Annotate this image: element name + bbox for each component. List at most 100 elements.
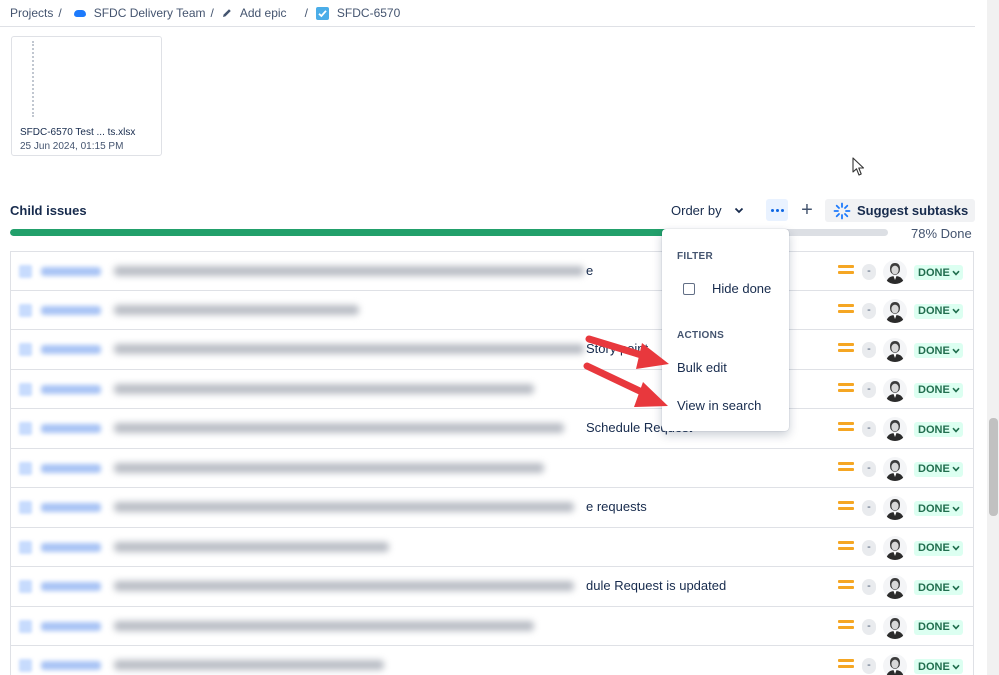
issue-key-link[interactable] (41, 463, 101, 473)
issue-summary-text: dule Request is updated (586, 578, 727, 593)
issue-key-link[interactable] (41, 384, 101, 394)
estimate-placeholder[interactable]: - (862, 381, 876, 398)
priority-medium-icon (838, 659, 854, 671)
breadcrumb-sfdc-delivery-team[interactable]: SFDC Delivery Team (70, 6, 206, 20)
status-badge[interactable]: DONE (914, 303, 963, 319)
more-actions-button[interactable] (766, 199, 788, 221)
breadcrumb-separator: / (58, 6, 62, 20)
issue-key-link[interactable] (41, 661, 101, 670)
attachment-preview (32, 41, 34, 117)
chevron-down-icon (952, 466, 960, 472)
issue-key-link[interactable] (41, 542, 101, 552)
status-badge[interactable]: DONE (914, 501, 963, 516)
estimate-placeholder[interactable]: - (862, 579, 876, 595)
assignee-avatar[interactable] (883, 417, 907, 441)
status-badge[interactable]: DONE (914, 343, 963, 358)
child-issue-row[interactable]: Story point - DONE (10, 330, 974, 370)
status-badge[interactable]: DONE (914, 540, 963, 556)
add-child-issue-button[interactable]: + (797, 199, 817, 221)
assignee-avatar[interactable] (883, 338, 907, 362)
suggest-subtasks-button[interactable]: Suggest subtasks (825, 199, 975, 222)
menu-heading-actions: ACTIONS (677, 330, 725, 341)
child-issue-row[interactable]: - DONE (10, 646, 974, 675)
issue-type-icon (19, 422, 32, 435)
status-badge[interactable]: DONE (914, 382, 963, 398)
status-badge[interactable]: DONE (914, 461, 963, 477)
pencil-icon (222, 8, 232, 18)
estimate-placeholder[interactable]: - (862, 264, 876, 280)
issue-key-link[interactable] (41, 267, 101, 276)
child-issue-row[interactable]: dule Request is updated - DONE (10, 567, 974, 607)
attachment-name: SFDC-6570 Test ... ts.xlsx (20, 127, 136, 138)
estimate-placeholder[interactable]: - (862, 618, 876, 635)
status-badge[interactable]: DONE (914, 422, 963, 437)
breadcrumb-projects[interactable]: Projects (10, 6, 53, 20)
breadcrumb-add-epic[interactable]: Add epic (222, 6, 287, 20)
status-badge[interactable]: DONE (914, 265, 963, 280)
issue-key-link[interactable] (41, 582, 101, 591)
estimate-placeholder[interactable]: - (862, 302, 876, 319)
child-issues-title: Child issues (10, 203, 87, 218)
child-issue-row[interactable]: - DONE (10, 606, 974, 646)
order-by-button[interactable]: Order by (671, 203, 744, 218)
assignee-avatar[interactable] (883, 535, 907, 560)
more-icon (770, 208, 774, 212)
menu-item-hide-done[interactable]: Hide done (712, 281, 771, 296)
breadcrumb-separator: / (210, 6, 214, 20)
chevron-down-icon (952, 387, 960, 393)
estimate-placeholder[interactable]: - (862, 460, 876, 477)
assignee-avatar[interactable] (883, 614, 907, 639)
child-issue-row[interactable]: e requests - DONE (10, 488, 974, 528)
estimate-placeholder[interactable]: - (862, 342, 876, 358)
assignee-avatar[interactable] (883, 575, 907, 599)
status-badge[interactable]: DONE (914, 619, 963, 635)
estimate-placeholder[interactable]: - (862, 500, 876, 516)
priority-medium-icon (838, 343, 854, 355)
progress-label: 78% Done (911, 226, 972, 241)
assignee-avatar[interactable] (883, 260, 907, 284)
child-issue-row[interactable]: - DONE (10, 290, 974, 330)
priority-medium-icon (838, 540, 854, 553)
cloud-icon (73, 9, 86, 17)
chevron-down-icon (952, 624, 960, 630)
child-issue-row[interactable]: Schedule Request - DONE (10, 409, 974, 449)
child-issue-row[interactable]: e - DONE (10, 251, 974, 291)
assignee-avatar[interactable] (883, 654, 907, 675)
chevron-down-icon (952, 506, 960, 512)
issue-summary-text: e (586, 263, 594, 278)
issue-type-icon (19, 580, 32, 593)
issue-key-link[interactable] (41, 503, 101, 512)
child-issues-list: e - DONE - DONE Story point - DONE - DONE Schedule… (10, 251, 974, 675)
issue-key-link[interactable] (41, 424, 101, 433)
estimate-placeholder[interactable]: - (862, 658, 876, 674)
estimate-placeholder[interactable]: - (862, 421, 876, 437)
chevron-down-icon (952, 348, 960, 354)
child-issue-row[interactable]: - DONE (10, 448, 974, 488)
status-badge[interactable]: DONE (914, 580, 963, 595)
assignee-avatar[interactable] (883, 496, 907, 520)
status-badge[interactable]: DONE (914, 659, 963, 674)
issue-summary-redacted (114, 266, 584, 276)
child-issue-row[interactable]: - DONE (10, 527, 974, 567)
menu-heading-filter: FILTER (677, 251, 714, 262)
issue-key-link[interactable] (41, 305, 101, 315)
issue-summary-redacted (114, 660, 384, 670)
attachment-card[interactable]: SFDC-6570 Test ... ts.xlsx 25 Jun 2024, … (11, 36, 162, 156)
assignee-avatar[interactable] (883, 298, 907, 323)
scrollbar-thumb[interactable] (989, 418, 998, 516)
chevron-down-icon (952, 308, 960, 314)
menu-item-bulk-edit[interactable]: Bulk edit (677, 360, 727, 375)
estimate-placeholder[interactable]: - (862, 539, 876, 556)
progress-fill (10, 229, 695, 236)
breadcrumb-issue-key[interactable]: SFDC-6570 (315, 6, 400, 20)
scrollbar-track[interactable] (987, 0, 999, 675)
issue-key-link[interactable] (41, 345, 101, 354)
hide-done-checkbox[interactable] (683, 283, 695, 295)
issue-key-link[interactable] (41, 621, 101, 631)
menu-item-view-in-search[interactable]: View in search (677, 398, 761, 413)
chevron-down-icon (952, 664, 960, 670)
assignee-avatar[interactable] (883, 456, 907, 481)
child-issue-row[interactable]: - DONE (10, 369, 974, 409)
breadcrumb-separator: / (304, 6, 308, 20)
assignee-avatar[interactable] (883, 377, 907, 402)
